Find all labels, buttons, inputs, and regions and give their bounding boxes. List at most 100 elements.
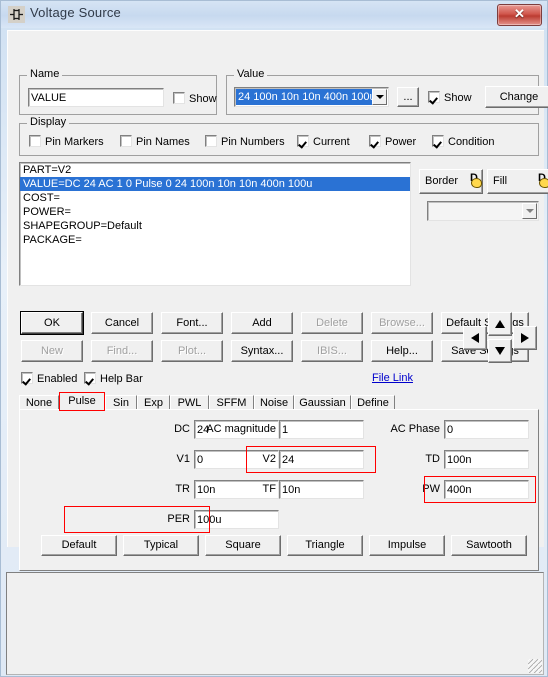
nav-left-icon[interactable] bbox=[463, 326, 487, 350]
checkbox-box bbox=[21, 372, 33, 384]
close-button[interactable]: ✕ bbox=[497, 4, 542, 26]
border-style-button[interactable]: Border D bbox=[419, 169, 483, 194]
list-item[interactable]: COST= bbox=[20, 191, 410, 205]
tf-label: TF bbox=[262, 483, 276, 495]
checkbox-box bbox=[428, 91, 440, 103]
chevron-down-icon[interactable] bbox=[372, 89, 387, 105]
fill-style-button[interactable]: Fill D bbox=[487, 169, 548, 194]
value-show-label: Show bbox=[444, 92, 472, 104]
list-item[interactable]: VALUE=DC 24 AC 1 0 Pulse 0 24 100n 10n 1… bbox=[20, 177, 410, 191]
voltage-source-dialog: Voltage Source ✕ Name VALUE Show Value 2… bbox=[0, 0, 548, 677]
list-item[interactable]: SHAPEGROUP=Default bbox=[20, 219, 410, 233]
power-label: Power bbox=[385, 136, 417, 148]
add-button[interactable]: Add bbox=[231, 312, 293, 334]
name-show-checkbox[interactable]: Show bbox=[173, 92, 217, 106]
cancel-button[interactable]: Cancel bbox=[91, 312, 153, 334]
help-button[interactable]: Help... bbox=[371, 340, 433, 362]
ac-magnitude-label: AC magnitude bbox=[206, 423, 276, 435]
v1-label: V1 bbox=[176, 453, 190, 465]
list-item[interactable]: POWER= bbox=[20, 205, 410, 219]
resize-grip-icon[interactable] bbox=[528, 659, 542, 673]
nav-right-icon[interactable] bbox=[513, 326, 537, 350]
pin-numbers-label: Pin Numbers bbox=[221, 136, 285, 148]
nav-down-icon[interactable] bbox=[488, 339, 512, 363]
v2-input[interactable]: 24 bbox=[279, 450, 364, 469]
border-palette-icon: D bbox=[470, 172, 482, 188]
tab-pwl[interactable]: PWL bbox=[170, 395, 209, 410]
current-label: Current bbox=[313, 136, 350, 148]
name-group: Name VALUE Show bbox=[19, 69, 217, 115]
tab-none[interactable]: None bbox=[19, 395, 59, 410]
tab-sffm[interactable]: SFFM bbox=[209, 395, 254, 410]
checkbox-box bbox=[297, 135, 309, 147]
value-browse-button[interactable]: ... bbox=[397, 87, 419, 107]
pin-names-label: Pin Names bbox=[136, 136, 190, 148]
current-checkbox[interactable]: Current bbox=[297, 135, 350, 149]
waveform-tabs: None Pulse Sin Exp PWL SFFM Noise Gaussi… bbox=[19, 392, 539, 411]
find-button: Find... bbox=[91, 340, 153, 362]
ac-magnitude-input[interactable]: 1 bbox=[279, 420, 364, 439]
display-group-legend: Display bbox=[27, 117, 70, 128]
pin-numbers-checkbox[interactable]: Pin Numbers bbox=[205, 135, 285, 149]
tr-label: TR bbox=[175, 483, 190, 495]
pin-markers-checkbox[interactable]: Pin Markers bbox=[29, 135, 104, 149]
plot-button: Plot... bbox=[161, 340, 223, 362]
nav-up-icon[interactable] bbox=[488, 312, 512, 336]
ac-phase-label: AC Phase bbox=[390, 423, 440, 435]
value-combobox[interactable]: 24 100n 10n 10n 400n 100u bbox=[234, 87, 389, 107]
fill-pattern-combobox[interactable] bbox=[427, 201, 539, 221]
syntax-button[interactable]: Syntax... bbox=[231, 340, 293, 362]
preset-impulse-button[interactable]: Impulse bbox=[369, 535, 445, 556]
list-item[interactable]: PACKAGE= bbox=[20, 233, 410, 247]
help-bar-checkbox[interactable]: Help Bar bbox=[84, 372, 143, 386]
border-label: Border bbox=[425, 175, 459, 187]
td-input[interactable]: 100n bbox=[444, 450, 529, 469]
tab-pulse[interactable]: Pulse bbox=[59, 392, 105, 411]
preset-sawtooth-button[interactable]: Sawtooth bbox=[451, 535, 527, 556]
close-icon: ✕ bbox=[514, 6, 525, 21]
ac-phase-input[interactable]: 0 bbox=[444, 420, 529, 439]
pin-names-checkbox[interactable]: Pin Names bbox=[120, 135, 190, 149]
help-bar-label: Help Bar bbox=[100, 373, 143, 385]
fill-label: Fill bbox=[493, 175, 508, 187]
condition-checkbox[interactable]: Condition bbox=[432, 135, 494, 149]
value-show-checkbox[interactable]: Show bbox=[428, 91, 472, 105]
change-button[interactable]: Change bbox=[485, 86, 548, 108]
preset-typical-button[interactable]: Typical bbox=[123, 535, 199, 556]
display-group: Display Pin Markers Pin Names Pin Number… bbox=[19, 117, 539, 156]
name-input[interactable]: VALUE bbox=[28, 88, 164, 107]
pin-markers-label: Pin Markers bbox=[45, 136, 104, 148]
checkbox-box bbox=[29, 135, 41, 147]
list-item[interactable]: PART=V2 bbox=[20, 163, 410, 177]
chevron-down-icon[interactable] bbox=[522, 203, 537, 219]
tab-define[interactable]: Define bbox=[351, 395, 395, 410]
power-checkbox[interactable]: Power bbox=[369, 135, 416, 149]
per-input[interactable]: 100u bbox=[194, 510, 279, 529]
voltage-source-symbol-icon bbox=[8, 6, 25, 23]
font-button[interactable]: Font... bbox=[161, 312, 223, 334]
tab-sin[interactable]: Sin bbox=[105, 395, 137, 410]
td-label: TD bbox=[425, 453, 440, 465]
preset-default-button[interactable]: Default bbox=[41, 535, 117, 556]
enabled-checkbox[interactable]: Enabled bbox=[21, 372, 77, 386]
ok-button[interactable]: OK bbox=[21, 312, 83, 334]
tf-input[interactable]: 10n bbox=[279, 480, 364, 499]
preset-triangle-button[interactable]: Triangle bbox=[287, 535, 363, 556]
tab-gaussian[interactable]: Gaussian bbox=[294, 395, 351, 410]
checkbox-box bbox=[120, 135, 132, 147]
delete-button: Delete bbox=[301, 312, 363, 334]
titlebar: Voltage Source ✕ bbox=[1, 1, 547, 28]
condition-label: Condition bbox=[448, 136, 495, 148]
tab-noise[interactable]: Noise bbox=[254, 395, 294, 410]
checkbox-box bbox=[369, 135, 381, 147]
help-bar-panel bbox=[6, 572, 544, 675]
tab-exp[interactable]: Exp bbox=[137, 395, 170, 410]
pw-input[interactable]: 400n bbox=[444, 480, 529, 499]
per-label: PER bbox=[167, 513, 190, 525]
value-combobox-text: 24 100n 10n 10n 400n 100u bbox=[236, 89, 372, 105]
preset-square-button[interactable]: Square bbox=[205, 535, 281, 556]
file-link[interactable]: File Link bbox=[372, 372, 413, 384]
fill-palette-icon: D bbox=[538, 172, 548, 188]
attribute-list[interactable]: PART=V2 VALUE=DC 24 AC 1 0 Pulse 0 24 10… bbox=[19, 162, 411, 286]
checkbox-box bbox=[173, 92, 185, 104]
